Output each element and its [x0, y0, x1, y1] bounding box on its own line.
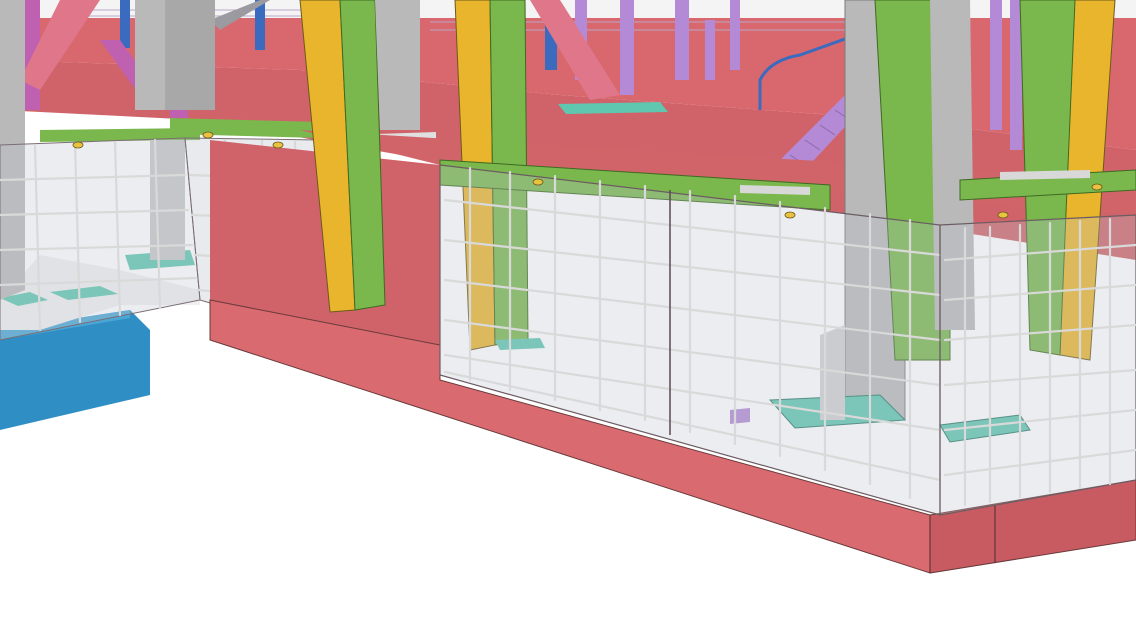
model-viewport[interactable] [0, 0, 1136, 639]
3d-scene[interactable] [0, 0, 1136, 639]
main-formwork-side [939, 214, 1136, 516]
